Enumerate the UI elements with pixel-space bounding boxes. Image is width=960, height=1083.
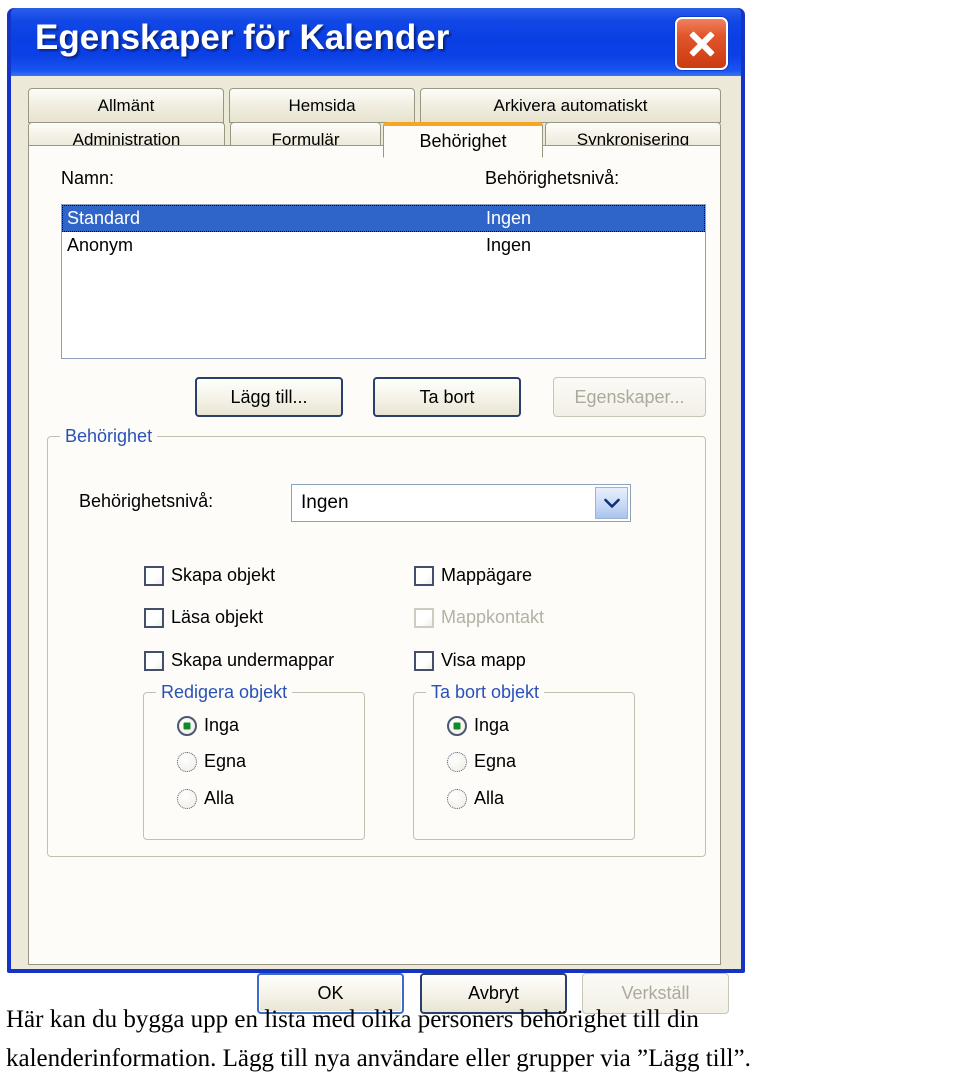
radio-label: Alla: [474, 788, 505, 808]
permission-level-label: Behörighetsnivå:: [79, 491, 214, 511]
delete-objects-groupbox-title: Ta bort objekt: [426, 682, 545, 703]
caption-line-1: Här kan du bygga upp en lista med olika …: [6, 1006, 699, 1033]
tab-label: Arkivera automatiskt: [493, 95, 648, 115]
radio-label: Egna: [474, 751, 517, 771]
edit-objects-groupbox-title: Redigera objekt: [156, 682, 293, 703]
list-item-level: Ingen: [486, 235, 532, 255]
properties-button: Egenskaper...: [553, 377, 706, 417]
radio-circle-icon: [177, 751, 197, 772]
checkbox-skapa-objekt[interactable]: Skapa objekt: [144, 565, 275, 586]
permission-level-select[interactable]: Ingen: [291, 484, 631, 522]
checkbox-mappkontakt: Mappkontakt: [414, 607, 544, 628]
checkbox-visa-mapp[interactable]: Visa mapp: [414, 650, 526, 671]
add-button[interactable]: Lägg till...: [195, 377, 343, 417]
checkbox-label: Mappägare: [441, 565, 533, 585]
checkbox-label: Visa mapp: [441, 650, 526, 670]
checkbox-box-icon: [414, 607, 434, 628]
radio-circle-icon: [447, 751, 467, 772]
radio-edit-inga[interactable]: Inga: [177, 715, 239, 736]
checkbox-box-icon: [414, 565, 434, 586]
window-title: Egenskaper för Kalender: [35, 18, 450, 57]
tab-allmant[interactable]: Allmänt: [28, 88, 224, 123]
checkbox-lasa-objekt[interactable]: Läsa objekt: [144, 607, 263, 628]
radio-edit-egna[interactable]: Egna: [177, 751, 246, 772]
chevron-down-icon[interactable]: [595, 487, 628, 519]
tab-label: Behörighet: [419, 131, 507, 151]
tab-label: Hemsida: [288, 95, 356, 115]
window-titlebar: Egenskaper för Kalender: [11, 8, 741, 76]
permission-groupbox-title: Behörighet: [60, 426, 158, 447]
tab-label: Allmänt: [97, 95, 155, 115]
list-item[interactable]: Standard Ingen: [62, 205, 705, 232]
radio-label: Alla: [204, 788, 235, 808]
radio-label: Egna: [204, 751, 247, 771]
list-item-name: Standard: [67, 208, 141, 228]
checkbox-mappagare[interactable]: Mappägare: [414, 565, 532, 586]
radio-label: Inga: [474, 715, 510, 735]
checkbox-label: Mappkontakt: [441, 607, 545, 627]
level-column-label: Behörighetsnivå:: [485, 168, 620, 188]
checkbox-box-icon: [414, 650, 434, 671]
edit-objects-groupbox: Redigera objekt Inga Egna Alla: [143, 682, 365, 840]
tab-behorighet[interactable]: Behörighet: [383, 122, 543, 158]
remove-button[interactable]: Ta bort: [373, 377, 521, 417]
radio-edit-alla[interactable]: Alla: [177, 788, 234, 809]
checkbox-label: Skapa undermappar: [171, 650, 335, 670]
close-icon[interactable]: [675, 17, 728, 70]
properties-dialog-window: Egenskaper för Kalender Allmänt Hemsida …: [7, 8, 745, 1014]
delete-objects-groupbox: Ta bort objekt Inga Egna Alla: [413, 682, 635, 840]
name-column-label: Namn:: [61, 168, 115, 188]
checkbox-box-icon: [144, 607, 164, 628]
tab-panel-behorighet: Namn: Behörighetsnivå: Standard Ingen An…: [28, 145, 721, 965]
checkbox-label: Skapa objekt: [171, 565, 276, 585]
permission-level-value: Ingen: [301, 492, 349, 513]
radio-delete-egna[interactable]: Egna: [447, 751, 516, 772]
radio-delete-alla[interactable]: Alla: [447, 788, 504, 809]
caption-text: Här kan du bygga upp en lista med olika …: [6, 1000, 954, 1078]
tab-hemsida[interactable]: Hemsida: [229, 88, 415, 123]
permission-groupbox: Behörighet Behörighetsnivå: Ingen Skapa …: [47, 426, 706, 857]
tab-arkivera-automatiskt[interactable]: Arkivera automatiskt: [420, 88, 721, 123]
checkbox-label: Läsa objekt: [171, 607, 264, 627]
list-item[interactable]: Anonym Ingen: [62, 232, 705, 259]
radio-circle-icon: [447, 788, 467, 809]
list-item-level: Ingen: [486, 208, 532, 228]
list-item-name: Anonym: [67, 235, 134, 255]
radio-circle-icon: [177, 715, 197, 736]
radio-circle-icon: [177, 788, 197, 809]
radio-circle-icon: [447, 715, 467, 736]
caption-line-2: kalenderinformation. Lägg till nya använ…: [6, 1045, 751, 1072]
checkbox-box-icon: [144, 650, 164, 671]
radio-label: Inga: [204, 715, 240, 735]
dialog-body: Allmänt Hemsida Arkivera automatiskt Adm…: [11, 76, 741, 1014]
radio-delete-inga[interactable]: Inga: [447, 715, 509, 736]
checkbox-box-icon: [144, 565, 164, 586]
checkbox-skapa-undermappar[interactable]: Skapa undermappar: [144, 650, 334, 671]
permissions-listbox[interactable]: Standard Ingen Anonym Ingen: [61, 204, 706, 359]
